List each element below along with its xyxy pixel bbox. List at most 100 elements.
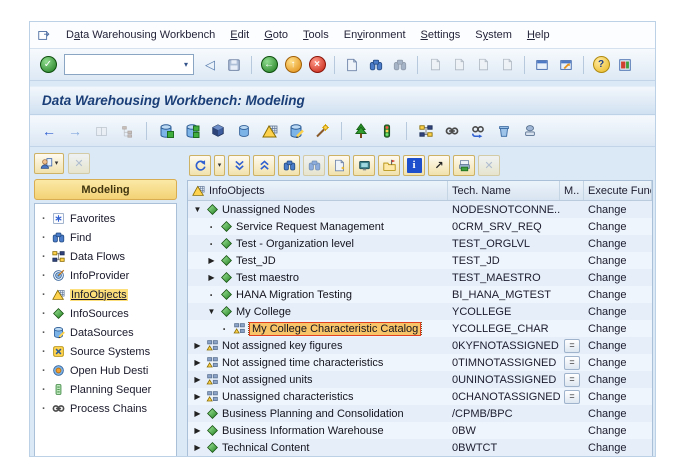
- sidebar-item-source-systems[interactable]: ·Source Systems: [37, 342, 174, 361]
- table-row-selected[interactable]: My College Characteristic CatalogYCOLLEG…: [188, 320, 652, 337]
- execute-function-link[interactable]: Change: [584, 357, 652, 369]
- first-page-button[interactable]: [425, 55, 445, 75]
- refresh-dropdown-button[interactable]: ▾: [214, 155, 225, 176]
- process-chain-button[interactable]: [442, 121, 462, 141]
- expander-icon[interactable]: [206, 307, 217, 316]
- command-field[interactable]: ▾: [64, 54, 194, 75]
- execute-function-link[interactable]: Change: [584, 340, 652, 352]
- data-flow-button[interactable]: [416, 121, 436, 141]
- sidebar-header-modeling[interactable]: Modeling: [34, 179, 177, 200]
- menu-goto[interactable]: Goto: [264, 29, 288, 41]
- jump-button[interactable]: ↗: [428, 155, 450, 176]
- menu-help[interactable]: Help: [527, 29, 550, 41]
- expander-icon[interactable]: [206, 273, 217, 282]
- sidebar-item-find[interactable]: ·Find: [37, 228, 174, 247]
- table-row[interactable]: My CollegeYCOLLEGEChange: [188, 303, 652, 320]
- sidebar-item-infoprovider[interactable]: ·InfoProvider: [37, 266, 174, 285]
- table-row[interactable]: Technical Content0BWTCTChange: [188, 439, 652, 456]
- save-button[interactable]: [224, 55, 244, 75]
- expander-icon[interactable]: [192, 341, 203, 350]
- table-row[interactable]: Unassigned characteristics0CHANOTASSIGNE…: [188, 388, 652, 405]
- next-page-button[interactable]: [473, 55, 493, 75]
- execute-function-link[interactable]: Change: [584, 306, 652, 318]
- process-chain-maintenance-button[interactable]: [468, 121, 488, 141]
- expander-icon[interactable]: [192, 392, 203, 401]
- table-row[interactable]: Business Planning and Consolidation/CPMB…: [188, 405, 652, 422]
- execute-function-link[interactable]: Change: [584, 204, 652, 216]
- dso-button[interactable]: [234, 121, 254, 141]
- column-header-m[interactable]: M..: [560, 181, 584, 200]
- expander-icon[interactable]: [192, 426, 203, 435]
- execute-function-link[interactable]: Change: [584, 289, 652, 301]
- sidebar-item-open-hub-destination[interactable]: ·Open Hub Desti: [37, 361, 174, 380]
- expander-icon[interactable]: [192, 358, 203, 367]
- bex-monitor-button[interactable]: [353, 155, 375, 176]
- collapse-all-button[interactable]: [253, 155, 275, 176]
- expander-icon[interactable]: [206, 256, 217, 265]
- table-row[interactable]: Unassigned NodesNODESNOTCONNE...Change: [188, 201, 652, 218]
- infoprovider-view-button[interactable]: [182, 121, 202, 141]
- tree-print-button[interactable]: [453, 155, 475, 176]
- table-row[interactable]: Test maestroTEST_MAESTROChange: [188, 269, 652, 286]
- exit-button[interactable]: ↑: [283, 55, 303, 75]
- menu-tools[interactable]: Tools: [303, 29, 329, 41]
- tree-find-button[interactable]: [278, 155, 300, 176]
- execute-function-link[interactable]: Change: [584, 323, 652, 335]
- create-object-button[interactable]: [328, 155, 350, 176]
- execute-function-link[interactable]: Change: [584, 374, 652, 386]
- legend-button[interactable]: i: [403, 155, 425, 176]
- execute-function-link[interactable]: Change: [584, 255, 652, 267]
- find-next-button[interactable]: [390, 55, 410, 75]
- execute-function-link[interactable]: Change: [584, 238, 652, 250]
- workbench-settings-button[interactable]: ▾: [34, 153, 64, 174]
- system-menu-icon[interactable]: [37, 28, 51, 42]
- datasource-button[interactable]: [286, 121, 306, 141]
- execute-function-link[interactable]: Change: [584, 442, 652, 454]
- close-navigator-button[interactable]: ✕: [68, 153, 90, 174]
- table-row[interactable]: Test - Organization levelTEST_ORGLVLChan…: [188, 235, 652, 252]
- expander-icon[interactable]: [192, 443, 203, 452]
- last-page-button[interactable]: [497, 55, 517, 75]
- modeling-view-button[interactable]: [156, 121, 176, 141]
- expander-icon[interactable]: [192, 205, 203, 214]
- execute-function-link[interactable]: Change: [584, 391, 652, 403]
- sidebar-item-favorites[interactable]: ·Favorites: [37, 209, 174, 228]
- print-button[interactable]: [342, 55, 362, 75]
- execute-function-link[interactable]: Change: [584, 221, 652, 233]
- sidebar-item-data-flows[interactable]: ·Data Flows: [37, 247, 174, 266]
- execute-function-link[interactable]: Change: [584, 408, 652, 420]
- back-session-button[interactable]: ←: [259, 55, 279, 75]
- tree-close-button[interactable]: ✕: [478, 155, 500, 176]
- execute-function-link[interactable]: Change: [584, 425, 652, 437]
- nav-forward-button[interactable]: →: [65, 121, 85, 141]
- sidebar-item-planning-sequences[interactable]: ·Planning Sequer: [37, 380, 174, 399]
- menu-edit[interactable]: Edit: [230, 29, 249, 41]
- maintain-button[interactable]: =: [564, 390, 580, 404]
- infoobject-button[interactable]: [260, 121, 280, 141]
- create-shortcut-button[interactable]: [556, 55, 576, 75]
- monitor-button[interactable]: [377, 121, 397, 141]
- column-header-infoobjects[interactable]: InfoObjects: [188, 181, 448, 200]
- enter-button[interactable]: ✓: [38, 55, 58, 75]
- previous-page-button[interactable]: [449, 55, 469, 75]
- find-button[interactable]: [366, 55, 386, 75]
- maintain-button[interactable]: =: [564, 373, 580, 387]
- tree-find-next-button[interactable]: [303, 155, 325, 176]
- navigation-window-button[interactable]: [117, 121, 137, 141]
- new-session-button[interactable]: [532, 55, 552, 75]
- object-overview-button[interactable]: [378, 155, 400, 176]
- table-row[interactable]: Business Information Warehouse0BWChange: [188, 422, 652, 439]
- command-input[interactable]: [65, 57, 179, 72]
- table-row[interactable]: Not assigned units0UNINOTASSIGNED=Change: [188, 371, 652, 388]
- customize-layout-button[interactable]: [615, 55, 635, 75]
- transport-button[interactable]: [520, 121, 540, 141]
- expand-all-button[interactable]: [228, 155, 250, 176]
- menu-environment[interactable]: Environment: [344, 29, 406, 41]
- menu-data-warehousing-workbench[interactable]: Data Warehousing Workbench: [66, 29, 215, 41]
- back-button[interactable]: ◁: [200, 55, 220, 75]
- table-row[interactable]: BI Application LayerBIChange: [188, 456, 652, 457]
- maintain-button[interactable]: =: [564, 356, 580, 370]
- delete-button[interactable]: [494, 121, 514, 141]
- hierarchy-tree-button[interactable]: [351, 121, 371, 141]
- menu-settings[interactable]: Settings: [421, 29, 461, 41]
